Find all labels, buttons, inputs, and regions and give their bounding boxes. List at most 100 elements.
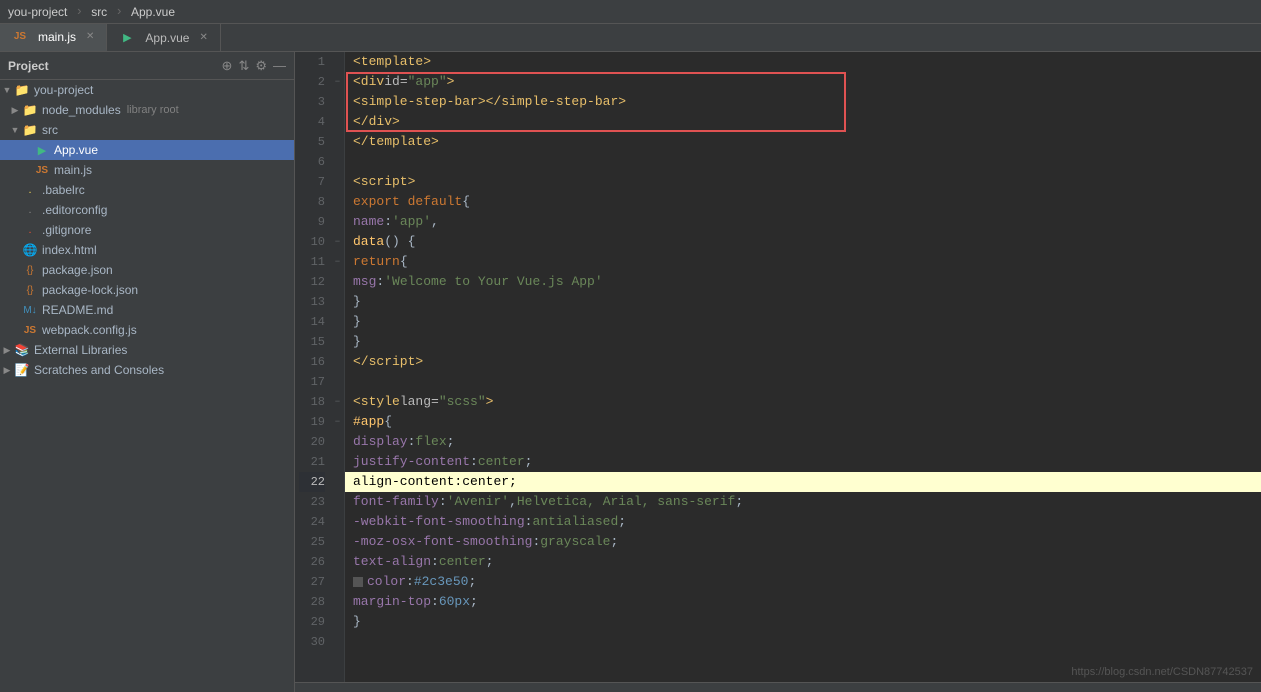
sidebar-item-scratches[interactable]: ▶📝Scratches and Consoles [0,360,294,380]
fold-25[interactable] [331,532,344,552]
line-num-15: 15 [299,332,325,352]
arrow-you-project: ▼ [0,84,14,96]
code-line-4: </div> [345,112,1261,132]
sidebar-item-.babelrc[interactable]: ▶..babelrc [0,180,294,200]
fold-13[interactable] [331,292,344,312]
fold-8[interactable] [331,192,344,212]
line-num-8: 8 [299,192,325,212]
sidebar-add-btn[interactable]: ⊕ [222,58,233,74]
label-external-libraries: External Libraries [34,343,127,357]
label-index.html: index.html [42,243,97,257]
icon-.babelrc: . [22,182,38,198]
sidebar-item-external-libraries[interactable]: ▶📚External Libraries [0,340,294,360]
line-num-21: 21 [299,452,325,472]
icon-scratches: 📝 [14,362,30,378]
fold-18[interactable]: − [331,392,344,412]
code-line-24: -webkit-font-smoothing: antialiased; [345,512,1261,532]
fold-17[interactable] [331,372,344,392]
fold-15[interactable] [331,332,344,352]
sidebar-item-.editorconfig[interactable]: ▶..editorconfig [0,200,294,220]
icon-node_modules: 📁 [22,102,38,118]
label-you-project: you-project [34,83,93,97]
fold-4[interactable] [331,112,344,132]
horizontal-scrollbar[interactable] [295,682,1261,692]
sidebar-item-src[interactable]: ▼📁src [0,120,294,140]
fold-24[interactable] [331,512,344,532]
tab-main-js[interactable]: JS main.js ✕ [0,24,107,51]
arrow-node_modules: ▶ [8,104,22,116]
code-line-27: color: #2c3e50; [345,572,1261,592]
tab-main-js-close[interactable]: ✕ [86,31,94,42]
code-line-22: align-content: center; [345,472,1261,492]
code-line-18: <style lang="scss"> [345,392,1261,412]
line-num-12: 12 [299,272,325,292]
fold-30[interactable] [331,632,344,652]
code-line-12: msg: 'Welcome to Your Vue.js App' [345,272,1261,292]
line-num-1: 1 [299,52,325,72]
vue-tab-icon: ▶ [119,30,135,46]
fold-26[interactable] [331,552,344,572]
line-num-5: 5 [299,132,325,152]
code-line-10: data () { [345,232,1261,252]
line-num-2: 2 [299,72,325,92]
file-segment: App.vue [131,5,175,19]
fold-22[interactable] [331,472,344,492]
code-line-2: <div id="app"> [345,72,1261,92]
sidebar-item-main.js[interactable]: ▶JSmain.js [0,160,294,180]
fold-11[interactable]: − [331,252,344,272]
sidebar-item-index.html[interactable]: ▶🌐index.html [0,240,294,260]
sidebar-sync-btn[interactable]: ⇅ [238,58,249,74]
sidebar-settings-btn[interactable]: ⚙ [255,58,267,74]
label-scratches: Scratches and Consoles [34,363,164,377]
sidebar-item-package-lock.json[interactable]: ▶{}package-lock.json [0,280,294,300]
line-num-26: 26 [299,552,325,572]
sidebar-item-webpack.config.js[interactable]: ▶JSwebpack.config.js [0,320,294,340]
fold-21[interactable] [331,452,344,472]
line-num-19: 19 [299,412,325,432]
sidebar-toolbar: ⊕ ⇅ ⚙ — [222,58,286,74]
code-line-14: } [345,312,1261,332]
tab-app-vue-close[interactable]: ✕ [199,32,207,43]
arrow-external-libraries: ▶ [0,344,14,356]
label-.gitignore: .gitignore [42,223,91,237]
fold-2[interactable]: − [331,72,344,92]
line-num-10: 10 [299,232,325,252]
sidebar-tree: ▼📁you-project▶📁node_moduleslibrary root▼… [0,80,294,380]
code-line-6 [345,152,1261,172]
code-container[interactable]: 1234567891011121314151617181920212223242… [295,52,1261,682]
fold-3[interactable] [331,92,344,112]
code-line-17 [345,372,1261,392]
label-README.md: README.md [42,303,113,317]
line-num-22: 22 [299,472,325,492]
fold-7[interactable] [331,172,344,192]
fold-12[interactable] [331,272,344,292]
line-num-30: 30 [299,632,325,652]
sidebar-item-node_modules[interactable]: ▶📁node_moduleslibrary root [0,100,294,120]
tab-app-vue[interactable]: ▶ App.vue ✕ [107,24,220,51]
label-.editorconfig: .editorconfig [42,203,107,217]
code-lines[interactable]: <template> <div id="app"> <simple-step-b… [345,52,1261,682]
fold-9[interactable] [331,212,344,232]
fold-19[interactable]: − [331,412,344,432]
fold-27[interactable] [331,572,344,592]
fold-14[interactable] [331,312,344,332]
tag-node_modules: library root [127,104,179,116]
sidebar-item-package.json[interactable]: ▶{}package.json [0,260,294,280]
sidebar-collapse-btn[interactable]: — [273,58,286,74]
sidebar-item-README.md[interactable]: ▶M↓README.md [0,300,294,320]
fold-1[interactable] [331,52,344,72]
fold-10[interactable]: − [331,232,344,252]
fold-16[interactable] [331,352,344,372]
fold-23[interactable] [331,492,344,512]
fold-5[interactable] [331,132,344,152]
line-num-18: 18 [299,392,325,412]
fold-6[interactable] [331,152,344,172]
sidebar-item-App.vue[interactable]: ▶▶App.vue [0,140,294,160]
fold-29[interactable] [331,612,344,632]
sidebar-item-.gitignore[interactable]: ▶..gitignore [0,220,294,240]
tab-bar: JS main.js ✕ ▶ App.vue ✕ [0,24,1261,52]
line-num-23: 23 [299,492,325,512]
fold-28[interactable] [331,592,344,612]
fold-20[interactable] [331,432,344,452]
sidebar-item-you-project[interactable]: ▼📁you-project [0,80,294,100]
